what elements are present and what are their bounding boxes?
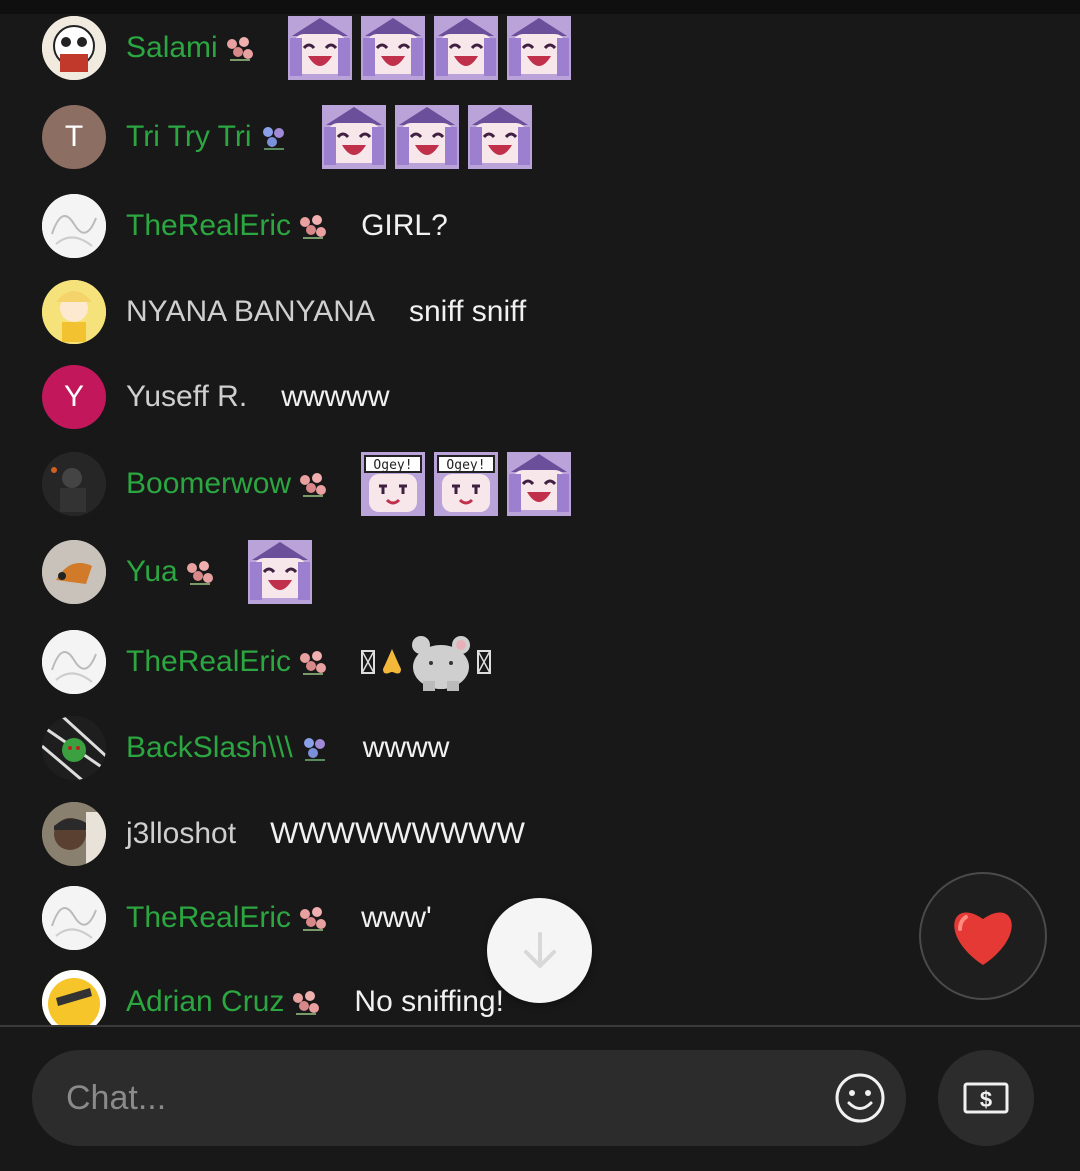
heart-reaction-button[interactable]: [919, 872, 1047, 1000]
member-badge-icon: [225, 36, 254, 61]
emote-icon: [412, 636, 471, 691]
message-text: [287, 16, 580, 80]
chat-message: T Tri Try Tri: [42, 105, 541, 169]
member-badge-icon: [261, 126, 285, 150]
message-text: [361, 631, 492, 693]
author-name[interactable]: Boomerwow: [126, 467, 328, 501]
chat-message: j3lloshot WWWWWWWWW: [42, 802, 525, 866]
avatar[interactable]: Y: [42, 365, 106, 429]
svg-text:$: $: [980, 1087, 992, 1112]
author-name[interactable]: j3lloshot: [126, 817, 236, 851]
chat-message: Yua: [42, 540, 321, 604]
message-text: [321, 105, 541, 169]
message-text: [247, 540, 321, 604]
avatar[interactable]: [42, 630, 106, 694]
author-name[interactable]: BackSlash\\\: [126, 731, 329, 765]
chat-message: TheRealEric GIRL?: [42, 194, 448, 258]
member-badge-icon: [299, 472, 328, 497]
avatar[interactable]: [42, 16, 106, 80]
avatar[interactable]: [42, 540, 106, 604]
avatar[interactable]: [42, 194, 106, 258]
member-badge-icon: [185, 560, 214, 585]
member-badge-icon: [302, 737, 326, 761]
emote-icon: [360, 16, 425, 80]
chat-list[interactable]: Salami T Tri Try Tri TheRealEric GIRL? N…: [0, 0, 1080, 1025]
chat-message: NYANA BANYANA sniff sniff: [42, 280, 526, 344]
message-text: sniff sniff: [408, 295, 527, 328]
emote-icon: [467, 105, 532, 169]
author-name[interactable]: NYANA BANYANA: [126, 295, 375, 329]
author-name[interactable]: Yua: [126, 555, 214, 589]
chat-message: TheRealEric: [42, 630, 492, 694]
member-badge-icon: [299, 214, 328, 239]
message-text: [361, 452, 580, 516]
emote-icon: [287, 16, 352, 80]
dollar-bill-icon: $: [963, 1082, 1009, 1114]
author-name[interactable]: Salami: [126, 31, 254, 65]
emote-icon: [507, 452, 572, 516]
message-text: No sniffing!: [354, 985, 504, 1018]
super-chat-button[interactable]: $: [938, 1050, 1034, 1146]
avatar[interactable]: [42, 716, 106, 780]
smiley-icon[interactable]: [834, 1072, 886, 1124]
chat-input[interactable]: [64, 1077, 808, 1119]
message-text: WWWWWWWWW: [270, 817, 525, 850]
avatar[interactable]: [42, 802, 106, 866]
scroll-to-bottom-button[interactable]: [487, 898, 592, 1003]
member-badge-icon: [292, 990, 321, 1015]
avatar-letter: T: [64, 120, 84, 153]
author-name[interactable]: TheRealEric: [126, 209, 328, 243]
emote-icon: [506, 16, 571, 80]
avatar[interactable]: [42, 280, 106, 344]
arrow-down-icon: [523, 931, 556, 968]
message-text: www': [361, 901, 432, 934]
chat-input-container[interactable]: [32, 1050, 906, 1146]
emote-icon: [394, 105, 459, 169]
author-name[interactable]: TheRealEric: [126, 645, 328, 679]
author-name[interactable]: TheRealEric: [126, 901, 328, 935]
emote-icon: [321, 105, 386, 169]
member-badge-icon: [299, 650, 328, 675]
chat-message: Boomerwow: [42, 452, 580, 516]
avatar[interactable]: [42, 886, 106, 950]
nose-icon: [383, 649, 402, 674]
avatar[interactable]: [42, 970, 106, 1025]
member-badge-icon: [299, 906, 328, 931]
chat-message: Salami: [42, 16, 580, 80]
avatar[interactable]: T: [42, 105, 106, 169]
emote-icon: [433, 16, 498, 80]
message-text: wwwww: [281, 380, 390, 413]
chat-message: Adrian Cruz No sniffing!: [42, 970, 504, 1025]
emote-icon: [247, 540, 312, 604]
emote-icon: [361, 452, 426, 516]
chat-message: TheRealEric www': [42, 886, 432, 950]
author-name[interactable]: Adrian Cruz: [126, 985, 321, 1019]
author-name[interactable]: Tri Try Tri: [126, 120, 288, 154]
message-text: GIRL?: [361, 209, 448, 242]
missing-glyph-icon: [361, 650, 376, 674]
avatar[interactable]: [42, 452, 106, 516]
chat-input-bar: $: [0, 1027, 1080, 1171]
avatar-letter: Y: [63, 380, 84, 413]
chat-message: Y Yuseff R. wwwww: [42, 365, 390, 429]
author-name[interactable]: Yuseff R.: [126, 380, 247, 414]
emote-icon: [434, 452, 499, 516]
chat-message: BackSlash\\\ wwww: [42, 716, 449, 780]
message-text: wwww: [362, 731, 450, 764]
heart-icon: [954, 912, 1012, 965]
missing-glyph-icon: [477, 650, 492, 674]
